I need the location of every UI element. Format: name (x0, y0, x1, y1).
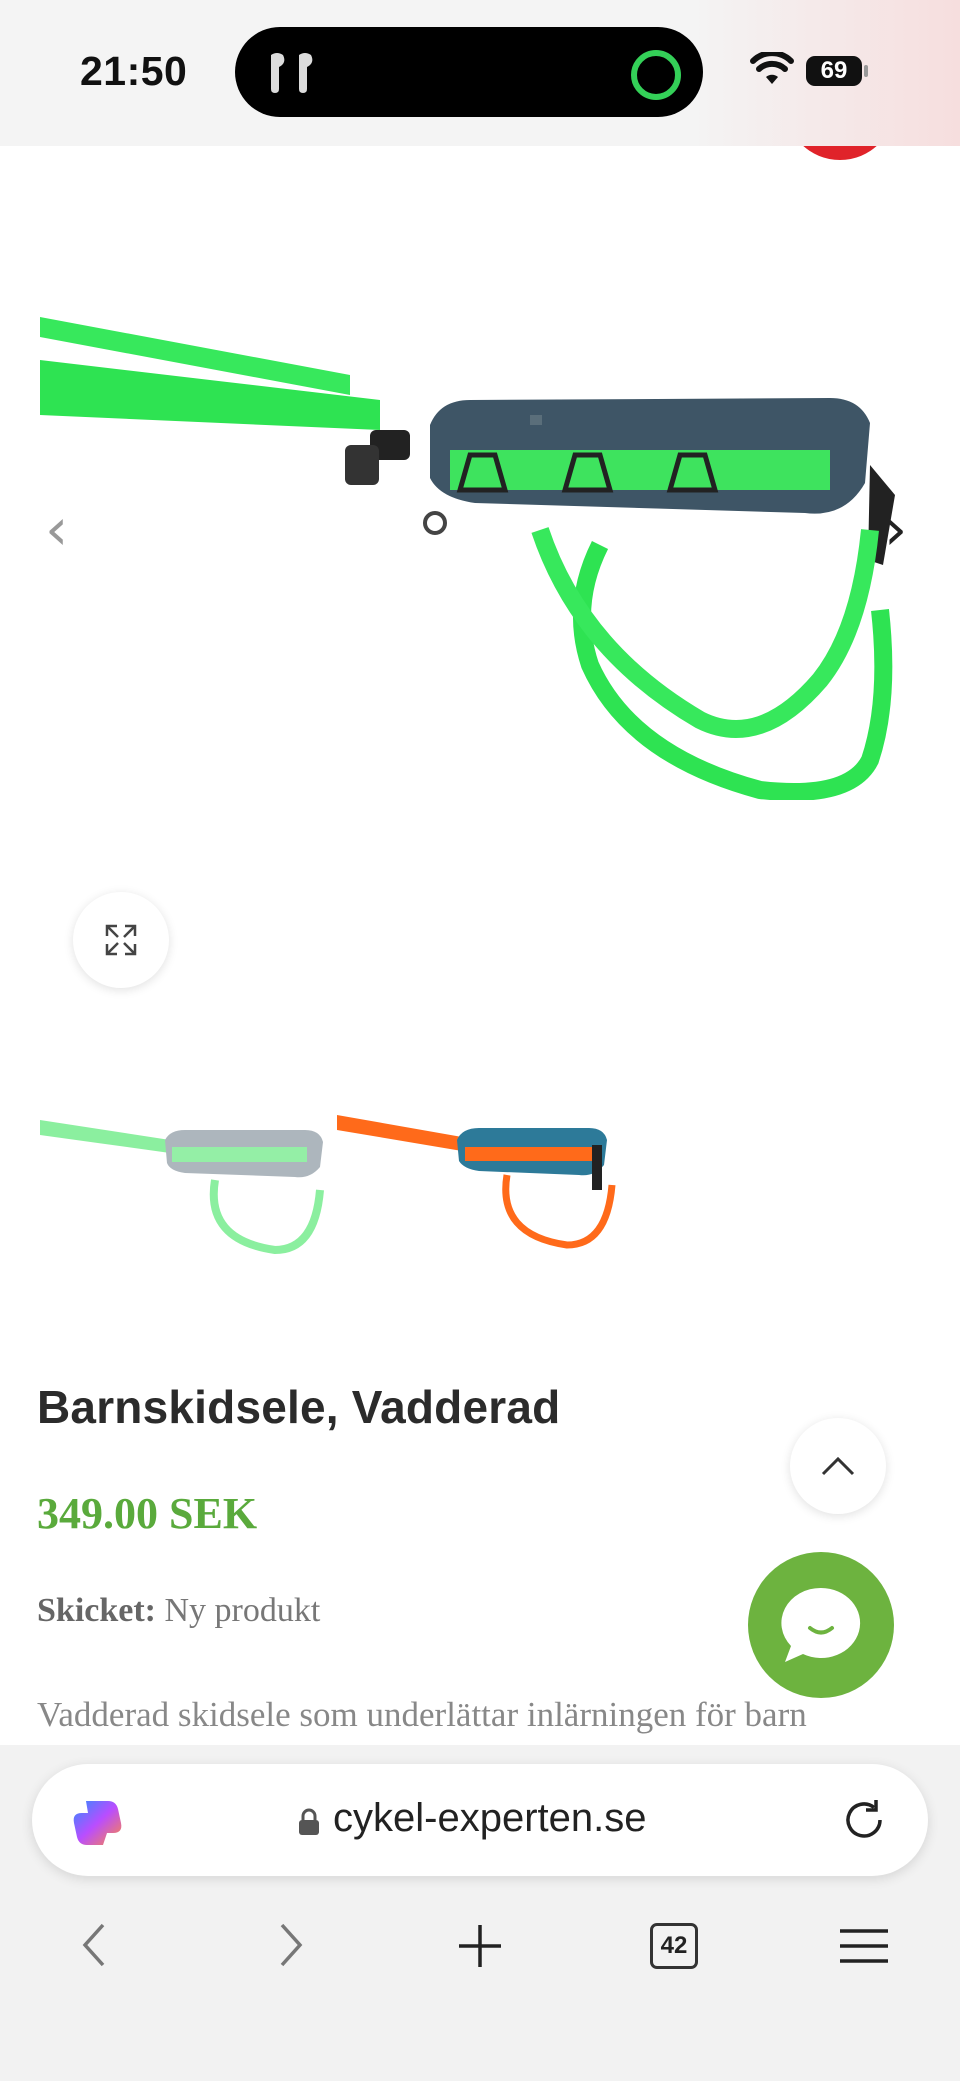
tabs-button[interactable]: 42 (650, 1923, 698, 1969)
reload-icon[interactable] (838, 1794, 890, 1846)
lock-icon (299, 1808, 319, 1835)
dynamic-island (235, 27, 703, 117)
product-condition: Skicket: Ny produkt (37, 1592, 320, 1630)
chat-bubble-icon (781, 1587, 861, 1662)
expand-icon (105, 924, 137, 956)
back-arrow-icon[interactable] (75, 1915, 115, 1975)
menu-icon[interactable] (838, 1915, 890, 1975)
url-text[interactable]: cykel-experten.se (333, 1796, 646, 1841)
chat-button[interactable] (748, 1552, 894, 1698)
copilot-icon[interactable] (68, 1795, 124, 1851)
thumbnail-orange[interactable] (337, 1085, 622, 1258)
thumbnail-green[interactable] (40, 1085, 325, 1258)
airpods-icon (271, 53, 313, 93)
activity-ring-icon (631, 50, 681, 100)
condition-value: Ny produkt (164, 1592, 321, 1629)
new-tab-icon[interactable] (455, 1915, 505, 1975)
wifi-icon (750, 52, 794, 84)
gallery-next-arrow[interactable]: › (884, 500, 907, 558)
condition-label: Skicket: (37, 1592, 156, 1629)
status-time: 21:50 (80, 48, 188, 94)
product-main-image[interactable] (40, 255, 920, 800)
battery-indicator: 69 (806, 56, 862, 86)
product-title: Barnskidsele, Vadderad (37, 1381, 561, 1433)
status-bar: 21:50 69 (0, 0, 960, 146)
battery-tip (864, 65, 868, 77)
product-description: Vadderad skidsele som underlättar inlärn… (37, 1695, 807, 1734)
scroll-to-top-button[interactable] (790, 1418, 886, 1514)
fullscreen-button[interactable] (73, 892, 169, 988)
chevron-up-icon (821, 1456, 855, 1476)
gallery-prev-arrow[interactable]: ‹ (45, 500, 68, 558)
product-price: 349.00 SEK (37, 1489, 258, 1538)
forward-arrow-icon[interactable] (270, 1915, 310, 1975)
